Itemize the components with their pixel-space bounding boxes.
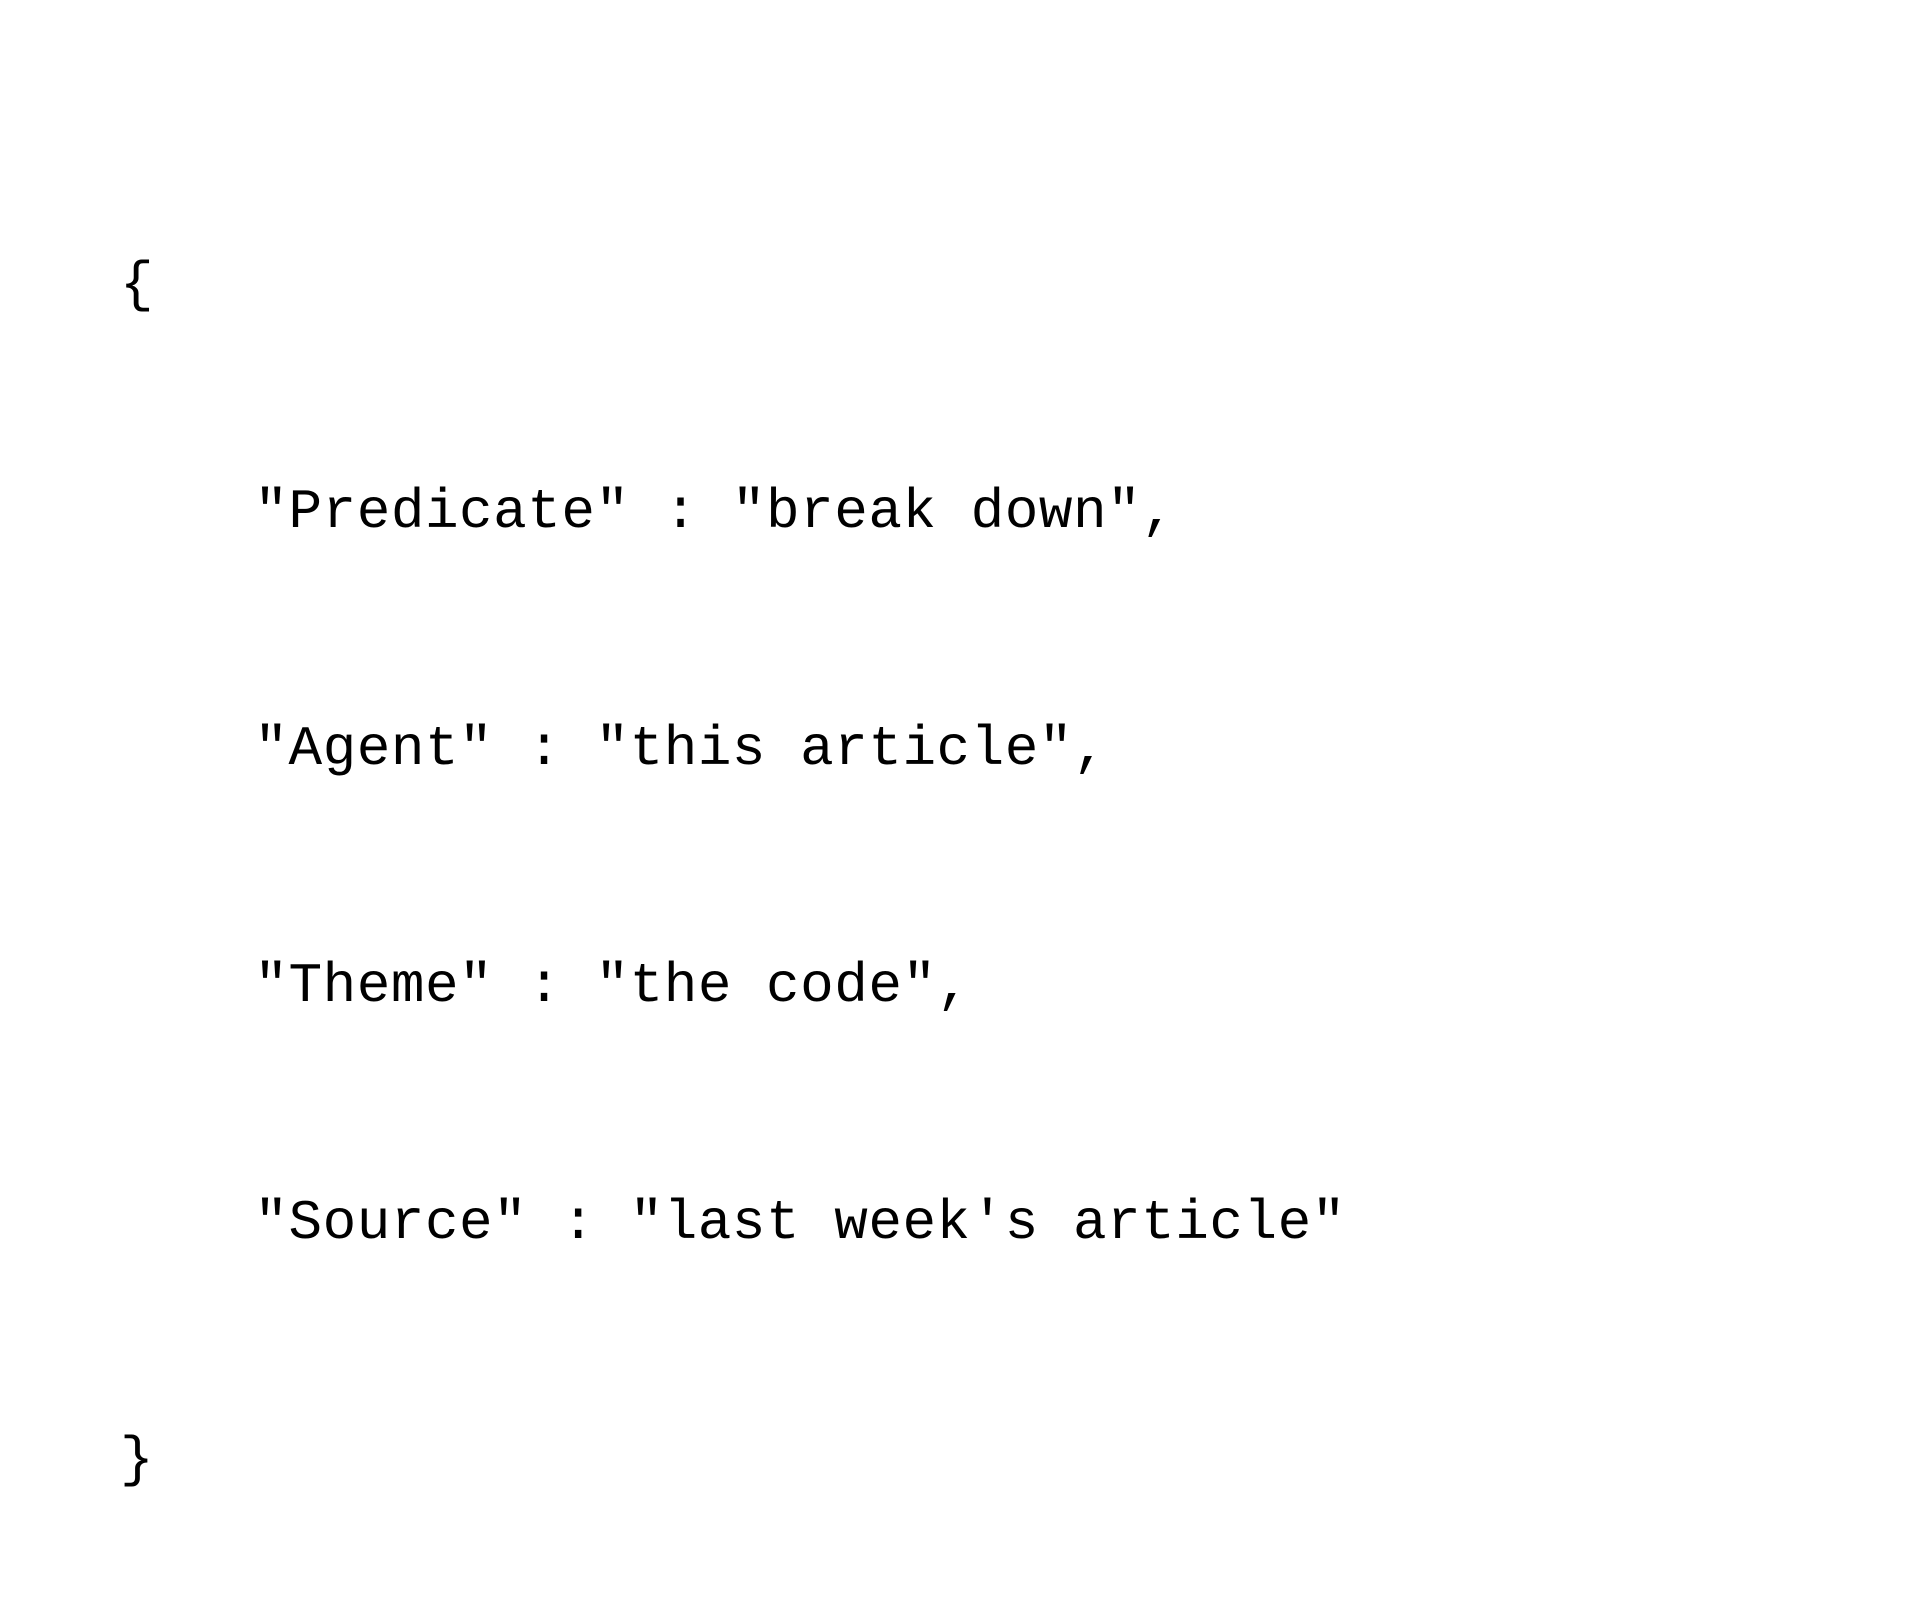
open-brace: { bbox=[120, 257, 1920, 372]
entry-row: "Predicate" : "break down", bbox=[120, 484, 1920, 609]
entry-sep: : bbox=[527, 1191, 629, 1255]
entry-key: "Source" bbox=[254, 1191, 527, 1255]
entry-trailing: , bbox=[937, 954, 971, 1018]
entry-sep: : bbox=[493, 717, 595, 781]
entry-key: "Theme" bbox=[254, 954, 493, 1018]
entry-value: "last week's article" bbox=[630, 1191, 1346, 1255]
entry-value: "this article" bbox=[596, 717, 1073, 781]
entry-value: "the code" bbox=[596, 954, 937, 1018]
entry-row: "Theme" : "the code", bbox=[120, 958, 1920, 1083]
entry-key: "Predicate" bbox=[254, 480, 629, 544]
entry-row: "Source" : "last week's article" bbox=[120, 1195, 1920, 1320]
entry-trailing: , bbox=[1073, 717, 1107, 781]
close-brace: } bbox=[120, 1432, 1920, 1547]
entry-sep: : bbox=[493, 954, 595, 1018]
entry-value: "break down" bbox=[732, 480, 1141, 544]
entry-row: "Agent" : "this article", bbox=[120, 721, 1920, 846]
entry-trailing: , bbox=[1141, 480, 1175, 544]
entry-sep: : bbox=[630, 480, 732, 544]
entry-key: "Agent" bbox=[254, 717, 493, 781]
json-code-block: { "Predicate" : "break down", "Agent" : … bbox=[120, 145, 1920, 1603]
